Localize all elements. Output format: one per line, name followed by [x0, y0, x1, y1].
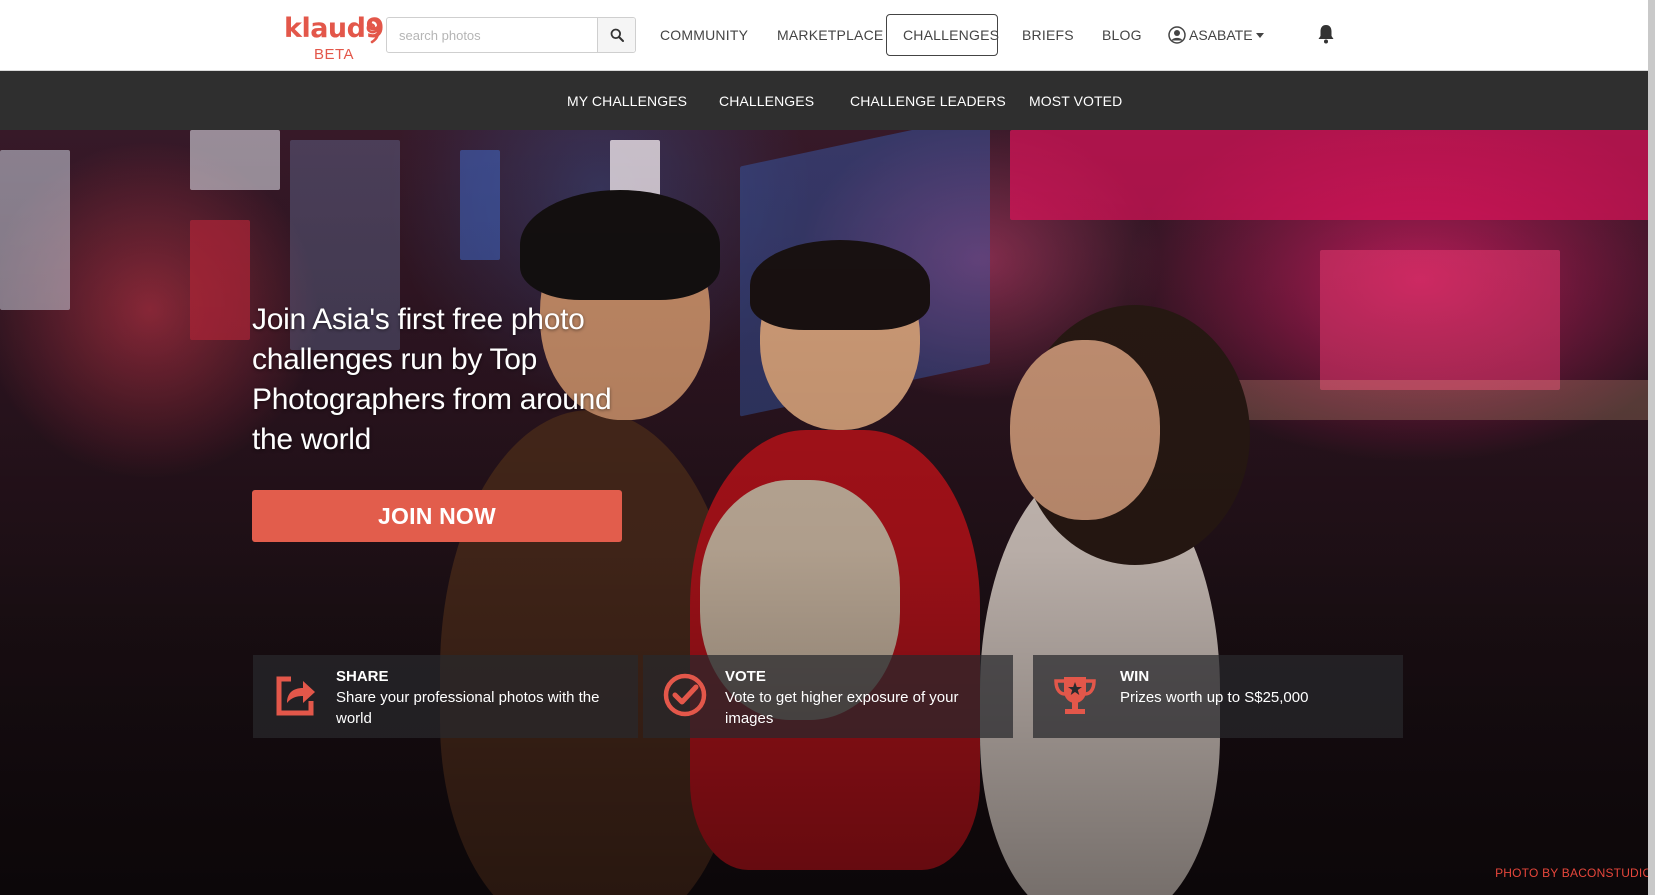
subnav-most-voted[interactable]: MOST VOTED [1029, 92, 1122, 110]
subnav-challenges[interactable]: CHALLENGES [719, 92, 814, 110]
search-icon [610, 28, 624, 42]
feature-vote-title: VOTE [725, 668, 766, 685]
photo-credit: PHOTO BY BACONSTUDIO [1495, 866, 1652, 880]
nav-challenges[interactable]: CHALLENGES [903, 26, 999, 44]
challenges-subnav: MY CHALLENGES CHALLENGES CHALLENGE LEADE… [0, 71, 1655, 130]
subnav-challenge-leaders[interactable]: CHALLENGE LEADERS [850, 92, 1006, 110]
feature-share-text: Share your professional photos with the … [336, 689, 600, 727]
search-input[interactable] [387, 18, 598, 52]
user-name: ASABATE [1189, 27, 1253, 43]
feature-win-text: Prizes worth up to S$25,000 [1120, 689, 1309, 706]
feature-share: SHARE Share your professional photos wit… [253, 655, 638, 738]
chevron-down-icon [1255, 32, 1264, 38]
feature-vote: VOTE Vote to get higher exposure of your… [643, 655, 1013, 738]
nav-briefs[interactable]: BRIEFS [1022, 26, 1074, 44]
trophy-icon [1054, 677, 1096, 714]
feature-vote-text: Vote to get higher exposure of your imag… [725, 689, 959, 727]
share-icon [276, 676, 315, 716]
nav-blog[interactable]: BLOG [1102, 26, 1142, 44]
page-scrollbar[interactable] [1648, 0, 1655, 895]
search-box [386, 17, 636, 53]
bell-icon[interactable] [1316, 23, 1336, 45]
feature-share-title: SHARE [336, 668, 389, 685]
check-circle-icon [663, 673, 707, 717]
hero-banner: Join Asia's first free photo challenges … [0, 130, 1655, 895]
join-now-button[interactable]: JOIN NOW [252, 490, 622, 542]
hero-headline: Join Asia's first free photo challenges … [252, 303, 612, 456]
nav-marketplace[interactable]: MARKETPLACE [777, 26, 883, 44]
feature-win: WIN Prizes worth up to S$25,000 [1033, 655, 1403, 738]
feature-win-title: WIN [1120, 668, 1150, 685]
klaud9-logo[interactable]: klaud9 BETA [284, 14, 384, 64]
user-menu[interactable]: ASABATE [1168, 25, 1264, 45]
logo-swirl-icon [366, 18, 380, 44]
subnav-my-challenges[interactable]: MY CHALLENGES [567, 92, 687, 110]
top-navbar: klaud9 BETA COMMUNITY MARKETPLACE CHALLE… [0, 0, 1655, 71]
hero-overlay [0, 130, 1655, 895]
user-avatar-icon [1168, 26, 1186, 44]
nav-community[interactable]: COMMUNITY [660, 26, 748, 44]
beta-badge: BETA [314, 46, 355, 63]
search-button[interactable] [597, 18, 635, 52]
